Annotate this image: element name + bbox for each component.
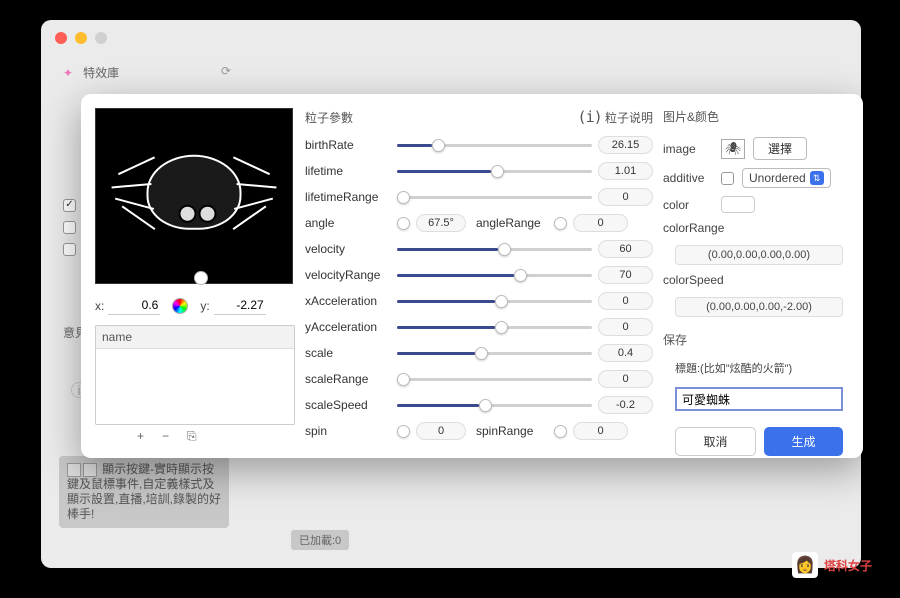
colorspeed-value[interactable]: (0.00,0.00,0.00,-2.00) (675, 297, 843, 317)
close-button[interactable] (55, 32, 67, 44)
choose-image-button[interactable]: 選擇 (753, 137, 807, 160)
colorrange-value[interactable]: (0.00,0.00,0.00,0.00) (675, 245, 843, 265)
scalespeed-label: scaleSpeed (305, 398, 391, 412)
lifetimerange-label: lifetimeRange (305, 190, 391, 204)
add-button[interactable]: + (137, 429, 144, 444)
colorrange-label: colorRange (663, 221, 849, 235)
lifetime-label: lifetime (305, 164, 391, 178)
scalerange-value[interactable]: 0 (598, 370, 653, 388)
background-note: 顯示按鍵-實時顯示按鍵及鼠標事件,自定義樣式及顯示設置,直播,培訓,錄製的好棒手… (59, 456, 229, 528)
color-label: color (663, 198, 713, 212)
checkbox[interactable] (63, 221, 76, 234)
title-hint: 標題:(比如"炫酷的火箭") (675, 360, 849, 376)
xaccel-value[interactable]: 0 (598, 292, 653, 310)
velocity-slider[interactable] (397, 242, 592, 256)
image-swatch[interactable]: 🕷 (721, 139, 745, 159)
remove-button[interactable]: − (162, 429, 169, 444)
velocityrange-label: velocityRange (305, 268, 391, 282)
wand-icon: ✦ (63, 66, 73, 80)
angle-label: angle (305, 216, 391, 230)
lifetime-slider[interactable] (397, 164, 592, 178)
xaccel-slider[interactable] (397, 294, 592, 308)
yaccel-label: yAcceleration (305, 320, 391, 334)
y-input[interactable] (214, 296, 266, 315)
lifetimerange-value[interactable]: 0 (598, 188, 653, 206)
window-controls (55, 32, 107, 44)
lifetimerange-slider[interactable] (397, 190, 592, 204)
generate-button[interactable]: 生成 (764, 427, 843, 456)
spin-value[interactable]: 0 (416, 422, 466, 440)
velocity-value[interactable]: 60 (598, 240, 653, 258)
scale-slider[interactable] (397, 346, 592, 360)
scalespeed-value[interactable]: -0.2 (598, 396, 653, 414)
loaded-count: 已加載:0 (291, 530, 349, 550)
minimize-button[interactable] (75, 32, 87, 44)
x-label: x: (95, 299, 104, 313)
spin-label: spin (305, 424, 391, 438)
copy-button[interactable]: ⎘ (187, 429, 197, 444)
preview-slider[interactable] (96, 267, 292, 285)
xaccel-label: xAcceleration (305, 294, 391, 308)
chevron-updown-icon: ⇅ (810, 171, 824, 185)
particle-editor-modal: x: y: name + − ⎘ 粒子參數 (i) 粒子说明 birthRate… (81, 94, 863, 458)
params-desc: 粒子说明 (605, 111, 653, 125)
spinrange-knob[interactable] (554, 425, 567, 438)
cancel-button[interactable]: 取消 (675, 427, 756, 456)
spinrange-value[interactable]: 0 (573, 422, 628, 440)
params-column: 粒子參數 (i) 粒子说明 birthRate 26.15 lifetime 1.0… (305, 108, 653, 444)
right-column: 图片&颜色 image 🕷 選擇 additive Unordered⇅ col… (663, 108, 849, 444)
velocityrange-slider[interactable] (397, 268, 592, 282)
additive-label: additive (663, 171, 713, 185)
angle-value[interactable]: 67.5° (416, 214, 466, 232)
image-label: image (663, 142, 713, 156)
angle-knob[interactable] (397, 217, 410, 230)
colorspeed-label: colorSpeed (663, 273, 849, 287)
lifetime-value[interactable]: 1.01 (598, 162, 653, 180)
spider-sprite (147, 155, 242, 230)
velocityrange-value[interactable]: 70 (598, 266, 653, 284)
brand-watermark: 👩 塔科女子 (792, 552, 872, 578)
spin-knob[interactable] (397, 425, 410, 438)
name-list: name (95, 325, 295, 425)
y-label: y: (200, 299, 209, 313)
maximize-button[interactable] (95, 32, 107, 44)
anglerange-knob[interactable] (554, 217, 567, 230)
scalerange-label: scaleRange (305, 372, 391, 386)
save-title: 保存 (663, 331, 849, 348)
yaccel-slider[interactable] (397, 320, 592, 334)
refresh-icon[interactable]: ⟳ (221, 64, 231, 78)
sidebar-title: ✦ 特效庫 (63, 64, 119, 81)
birthrate-label: birthRate (305, 138, 391, 152)
scale-label: scale (305, 346, 391, 360)
checkbox[interactable] (63, 243, 76, 256)
name-header: name (96, 326, 294, 349)
scalerange-slider[interactable] (397, 372, 592, 386)
color-swatch[interactable] (721, 196, 755, 213)
image-color-title: 图片&颜色 (663, 108, 849, 125)
name-list-body[interactable] (96, 349, 294, 424)
brand-avatar-icon: 👩 (792, 552, 818, 578)
anglerange-label: angleRange (476, 216, 548, 230)
scalespeed-slider[interactable] (397, 398, 592, 412)
info-icon[interactable]: (i) (578, 108, 602, 126)
yaccel-value[interactable]: 0 (598, 318, 653, 336)
title-input[interactable] (675, 387, 843, 411)
left-column: x: y: name + − ⎘ (95, 108, 295, 444)
ordering-select[interactable]: Unordered⇅ (742, 168, 831, 188)
preview-canvas[interactable] (95, 108, 293, 284)
spinrange-label: spinRange (476, 424, 548, 438)
anglerange-value[interactable]: 0 (573, 214, 628, 232)
birthrate-slider[interactable] (397, 138, 592, 152)
velocity-label: velocity (305, 242, 391, 256)
params-title: 粒子參數 (305, 109, 353, 126)
scale-value[interactable]: 0.4 (598, 344, 653, 362)
color-wheel-icon[interactable] (172, 298, 188, 314)
birthrate-value[interactable]: 26.15 (598, 136, 653, 154)
x-input[interactable] (108, 296, 160, 315)
checkbox-on[interactable] (63, 199, 76, 212)
additive-checkbox[interactable] (721, 172, 734, 185)
